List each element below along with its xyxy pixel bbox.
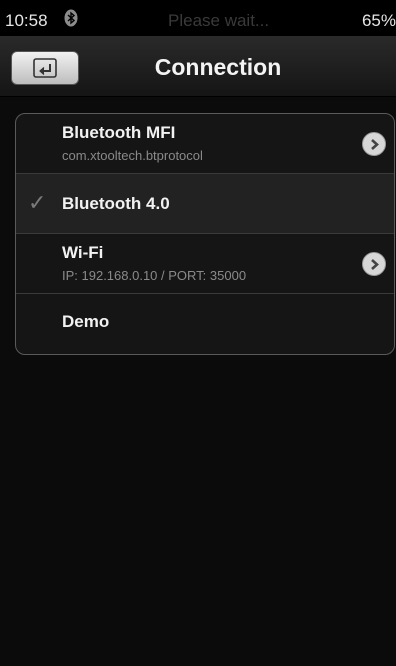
- detail-disclosure-button[interactable]: [362, 132, 386, 156]
- row-subtitle: IP: 192.168.0.10 / PORT: 35000: [62, 268, 247, 283]
- row-title: Bluetooth 4.0: [62, 194, 170, 213]
- status-wait-text: Please wait...: [168, 11, 270, 30]
- page-title: Connection: [154, 54, 282, 80]
- bluetooth-icon: [62, 9, 80, 27]
- checkmark-icon: ✓: [28, 190, 47, 215]
- list-item-wifi[interactable]: Wi-Fi IP: 192.168.0.10 / PORT: 35000: [16, 234, 394, 294]
- list-item-bluetooth-4[interactable]: ✓ Bluetooth 4.0: [16, 174, 394, 234]
- return-icon: [33, 58, 57, 78]
- chevron-right-icon: [371, 259, 379, 270]
- row-title: Wi-Fi: [62, 243, 104, 262]
- connection-list: Bluetooth MFI com.xtooltech.btprotocol ✓…: [15, 113, 395, 355]
- list-item-demo[interactable]: Demo: [16, 294, 394, 354]
- battery-percent: 65%: [361, 11, 396, 30]
- navigation-bar: Connection: [0, 36, 396, 97]
- row-subtitle: com.xtooltech.btprotocol: [62, 148, 203, 163]
- status-time: 10:58: [5, 11, 48, 30]
- list-item-bluetooth-mfi[interactable]: Bluetooth MFI com.xtooltech.btprotocol: [16, 114, 394, 174]
- row-title: Demo: [62, 312, 110, 331]
- status-bar: 10:58 Please wait... 65%: [0, 0, 396, 36]
- detail-disclosure-button[interactable]: [362, 252, 386, 276]
- back-button[interactable]: [11, 51, 79, 85]
- chevron-right-icon: [371, 139, 379, 150]
- connection-screen: 10:58 Please wait... 65% Connection Blue…: [0, 0, 396, 666]
- row-title: Bluetooth MFI: [62, 123, 176, 142]
